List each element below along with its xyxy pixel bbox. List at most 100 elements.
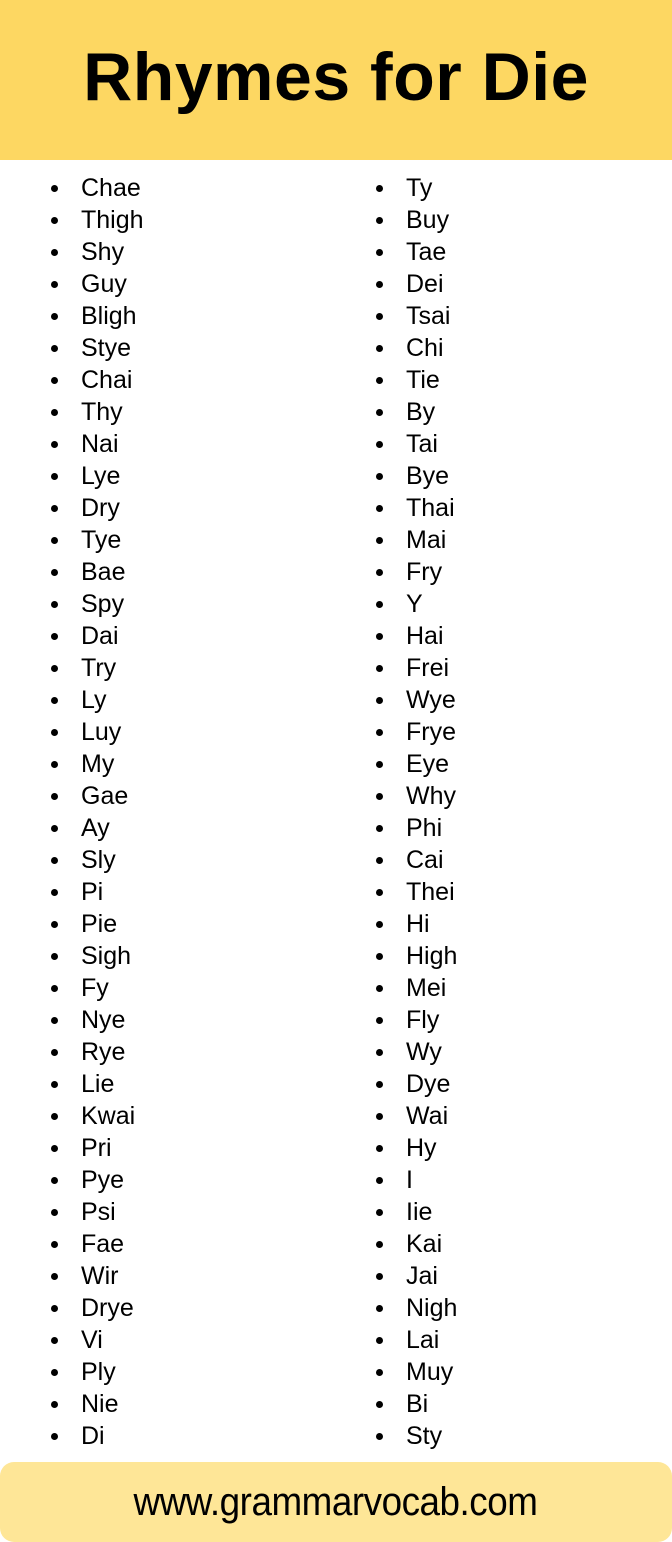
bullet-icon: [51, 696, 58, 704]
list-item: Sigh: [48, 940, 144, 972]
bullet-icon: [51, 216, 58, 224]
website-url: www.grammarvocab.com: [134, 1480, 538, 1524]
list-item: Lye: [48, 460, 144, 492]
rhyme-word: Dai: [81, 622, 119, 650]
bullet-icon: [51, 600, 58, 608]
list-item: Thai: [373, 492, 457, 524]
bullet-icon: [376, 1144, 383, 1152]
bullet-icon: [51, 1176, 58, 1184]
rhyme-word: Sigh: [81, 942, 132, 970]
bullet-icon: [51, 1432, 58, 1440]
rhyme-word: Nigh: [406, 1294, 458, 1322]
rhyme-word: Kai: [406, 1230, 443, 1258]
rhyme-word: Lye: [81, 462, 121, 490]
bullet-icon: [51, 440, 58, 448]
rhyme-word: Tai: [406, 430, 438, 458]
list-item: Cai: [373, 844, 457, 876]
bullet-icon: [51, 1304, 58, 1312]
list-item: Jai: [373, 1260, 457, 1292]
bullet-icon: [376, 376, 383, 384]
list-item: Bae: [48, 556, 144, 588]
list-item: Bye: [373, 460, 457, 492]
list-item: Frei: [373, 652, 457, 684]
rhyme-word: Chi: [406, 334, 444, 362]
bullet-icon: [376, 696, 383, 704]
list-item: Kai: [373, 1228, 457, 1260]
rhyme-word: My: [81, 750, 115, 778]
list-item: Sty: [373, 1420, 457, 1452]
bullet-icon: [376, 1176, 383, 1184]
list-item: Eye: [373, 748, 457, 780]
rhyme-word: Mai: [406, 526, 447, 554]
rhyme-word: Thy: [81, 398, 123, 426]
bullet-icon: [51, 984, 58, 992]
list-item: Dye: [373, 1068, 457, 1100]
list-item: Thei: [373, 876, 457, 908]
rhyme-word: Pi: [81, 878, 104, 906]
rhyme-word: Tsai: [406, 302, 451, 330]
rhyme-word: Nie: [81, 1390, 119, 1418]
bullet-icon: [51, 536, 58, 544]
rhyme-word: Dry: [81, 494, 120, 522]
list-item: Shy: [48, 236, 144, 268]
bullet-icon: [51, 1368, 58, 1376]
list-item: Lie: [48, 1068, 144, 1100]
list-item: Rye: [48, 1036, 144, 1068]
list-item: Tai: [373, 428, 457, 460]
rhyme-word: Hai: [406, 622, 444, 650]
list-item: Wai: [373, 1100, 457, 1132]
list-item: Thigh: [48, 204, 144, 236]
rhyme-word: Fry: [406, 558, 443, 586]
bullet-icon: [376, 1048, 383, 1056]
footer-banner: www.grammarvocab.com: [0, 1462, 672, 1542]
list-item: Fy: [48, 972, 144, 1004]
rhyme-word: Hi: [406, 910, 430, 938]
rhyme-word: Cai: [406, 846, 444, 874]
bullet-icon: [51, 1240, 58, 1248]
bullet-icon: [376, 248, 383, 256]
bullet-icon: [376, 888, 383, 896]
rhyme-word: Spy: [81, 590, 125, 618]
bullet-icon: [51, 248, 58, 256]
page-title: Rhymes for Die: [83, 39, 589, 115]
bullet-icon: [376, 472, 383, 480]
bullet-icon: [376, 632, 383, 640]
list-item: Nie: [48, 1388, 144, 1420]
bullet-icon: [376, 1112, 383, 1120]
bullet-icon: [51, 824, 58, 832]
list-item: Kwai: [48, 1100, 144, 1132]
rhyme-word: Dye: [406, 1070, 451, 1098]
list-item: Tie: [373, 364, 457, 396]
rhyme-word: Tye: [81, 526, 122, 554]
list-item: Chai: [48, 364, 144, 396]
rhyme-word: Thei: [406, 878, 455, 906]
bullet-icon: [51, 1144, 58, 1152]
list-item: Chi: [373, 332, 457, 364]
list-item: Mei: [373, 972, 457, 1004]
rhyme-word: Guy: [81, 270, 127, 298]
rhyme-word: Buy: [406, 206, 450, 234]
rhyme-word: Mei: [406, 974, 447, 1002]
rhyme-word: Bi: [406, 1390, 429, 1418]
bullet-icon: [376, 1304, 383, 1312]
bullet-icon: [376, 216, 383, 224]
bullet-icon: [51, 920, 58, 928]
rhyme-word: Rye: [81, 1038, 126, 1066]
list-item: Try: [48, 652, 144, 684]
list-item: Guy: [48, 268, 144, 300]
rhyme-word: Frye: [406, 718, 456, 746]
bullet-icon: [51, 472, 58, 480]
list-item: Phi: [373, 812, 457, 844]
bullet-icon: [376, 312, 383, 320]
rhyme-list-left: Chae Thigh Shy Guy Bligh Stye Chai Thy Nai Lye Dry…: [48, 172, 144, 1452]
rhyme-word: Bae: [81, 558, 126, 586]
bullet-icon: [376, 824, 383, 832]
bullet-icon: [376, 504, 383, 512]
list-item: High: [373, 940, 457, 972]
rhyme-word: Stye: [81, 334, 132, 362]
list-item: Tae: [373, 236, 457, 268]
bullet-icon: [51, 952, 58, 960]
list-item: Nai: [48, 428, 144, 460]
rhyme-word: Fy: [81, 974, 109, 1002]
rhyme-word: Di: [81, 1422, 105, 1450]
